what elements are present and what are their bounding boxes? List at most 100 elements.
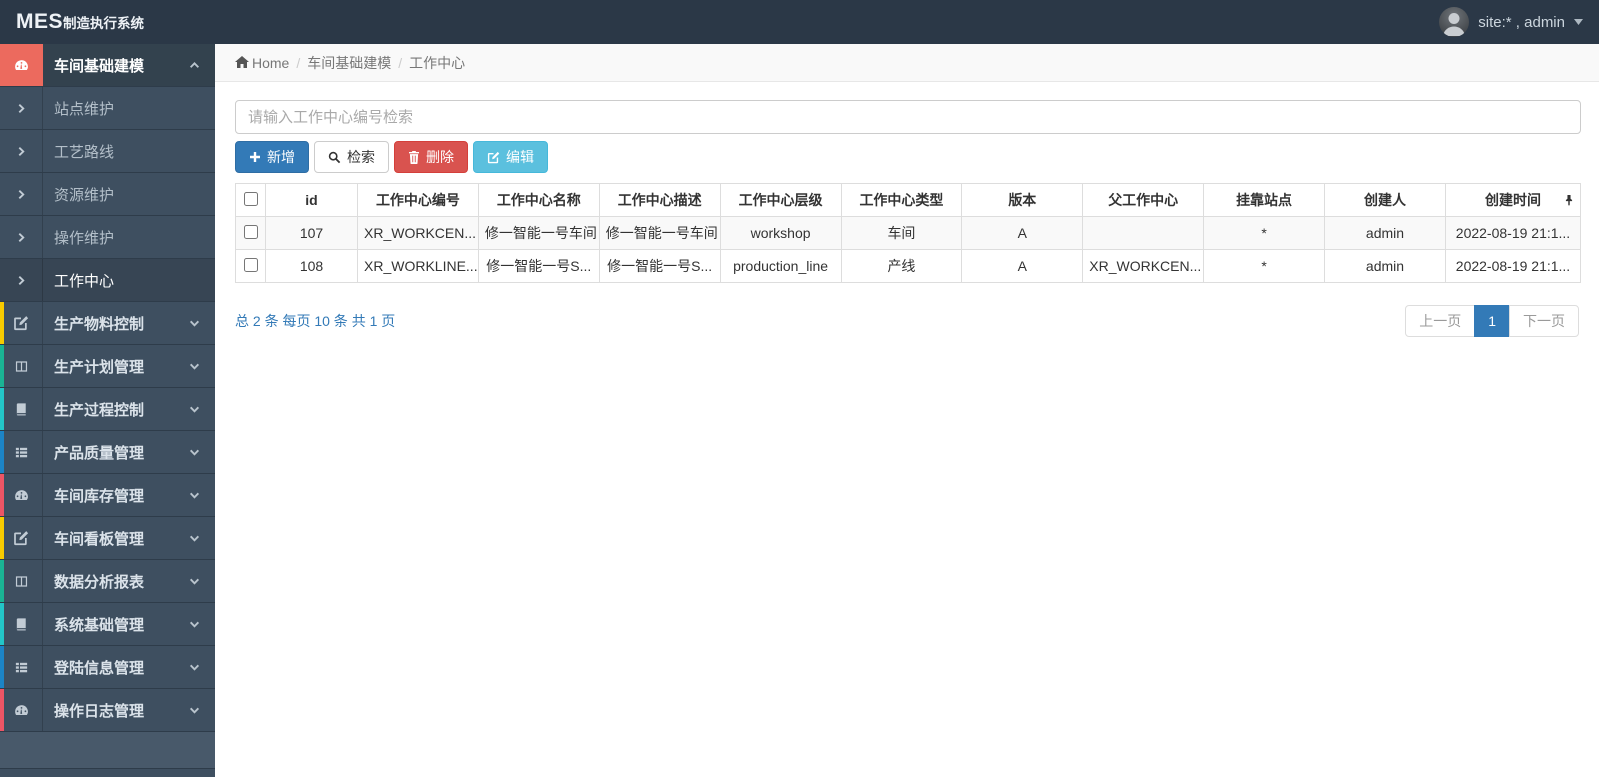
pin-icon[interactable] bbox=[1564, 194, 1574, 207]
next-page-button[interactable]: 下一页 bbox=[1509, 305, 1579, 337]
table-cell: 108 bbox=[265, 249, 358, 283]
select-all-header bbox=[235, 183, 266, 217]
sidebar-group-label: 生产计划管理 bbox=[54, 358, 145, 376]
dashboard-icon bbox=[13, 487, 30, 504]
book-icon bbox=[14, 402, 29, 417]
sidebar-group[interactable]: 登陆信息管理 bbox=[0, 646, 215, 689]
dashboard-icon bbox=[0, 44, 43, 86]
table-cell: XR_WORKCEN... bbox=[1082, 249, 1205, 283]
avatar bbox=[1439, 7, 1470, 37]
column-header-label: 创建人 bbox=[1364, 192, 1406, 208]
accent-bar bbox=[0, 345, 4, 387]
column-header-label: 父工作中心 bbox=[1108, 192, 1179, 208]
chevron-down-icon bbox=[189, 447, 200, 458]
accent-bar bbox=[0, 689, 4, 731]
add-button[interactable]: 新增 bbox=[235, 141, 309, 173]
edit-button-label: 编辑 bbox=[506, 149, 534, 165]
prev-page-button[interactable]: 上一页 bbox=[1405, 305, 1476, 337]
sidebar-subitem[interactable]: 操作维护 bbox=[0, 216, 215, 259]
chevron-down-icon bbox=[189, 318, 200, 329]
sidebar-group[interactable]: 车间看板管理 bbox=[0, 517, 215, 560]
sidebar-group-label: 登陆信息管理 bbox=[54, 659, 145, 677]
table-row[interactable]: 108 XR_WORKLINE... 修一智能一号S... 修一智能一号S... pro… bbox=[235, 249, 1581, 283]
sidebar-group[interactable]: 生产计划管理 bbox=[0, 345, 215, 388]
sidebar-group[interactable]: 车间库存管理 bbox=[0, 474, 215, 517]
breadcrumb-home[interactable]: Home bbox=[252, 55, 289, 71]
sidebar-group[interactable]: 数据分析报表 bbox=[0, 560, 215, 603]
chevron-right-icon bbox=[16, 146, 27, 157]
column-header-label: 工作中心层级 bbox=[738, 192, 823, 208]
row-select-cell bbox=[235, 216, 266, 250]
table-cell: 车间 bbox=[840, 216, 963, 250]
column-header-label: 版本 bbox=[1008, 192, 1037, 208]
columns-icon bbox=[14, 574, 29, 589]
sidebar-subitem-label: 站点维护 bbox=[54, 100, 115, 118]
table-cell: 产线 bbox=[840, 249, 963, 283]
sidebar-group[interactable]: 操作日志管理 bbox=[0, 689, 215, 732]
sidebar-subitem[interactable]: 工艺路线 bbox=[0, 130, 215, 173]
accent-bar bbox=[0, 560, 4, 602]
table-row[interactable]: 107 XR_WORKCEN... 修一智能一号车间 修一智能一号车间 workshop… bbox=[235, 216, 1581, 250]
sidebar-submenu: 站点维护工艺路线 资源维护 操作维护 工作中心 bbox=[0, 87, 215, 302]
chevron-down-icon bbox=[189, 533, 200, 544]
table-cell: production_line bbox=[719, 249, 842, 283]
edit-icon bbox=[13, 315, 29, 331]
table-header-row: id 工作中心编号 工作中心名称 工作中心描述 工作中心层级 工作中心类型 版本 父工作中心 挂… bbox=[235, 183, 1581, 217]
sidebar-group[interactable]: 产品质量管理 bbox=[0, 431, 215, 474]
content: 新增 检索 删除 编辑 id工作中心编号工 bbox=[215, 82, 1599, 337]
delete-button[interactable]: 删除 bbox=[394, 141, 468, 173]
sidebar-group-label: 车间看板管理 bbox=[54, 530, 145, 548]
search-button[interactable]: 检索 bbox=[314, 141, 389, 173]
row-checkbox[interactable] bbox=[243, 224, 258, 239]
chevron-down-icon bbox=[189, 361, 200, 372]
sidebar-group-active[interactable]: 车间基础建模 bbox=[0, 44, 215, 87]
table-cell: 修一智能一号车间 bbox=[477, 216, 600, 250]
sidebar-subitem[interactable]: 工作中心 bbox=[0, 259, 215, 302]
data-table-wrap: id 工作中心编号 工作中心名称 工作中心描述 工作中心层级 工作中心类型 版本 父工作中心 挂… bbox=[235, 183, 1581, 283]
accent-bar bbox=[0, 302, 4, 344]
accent-bar bbox=[0, 388, 4, 430]
column-header: 挂靠站点 bbox=[1203, 183, 1325, 217]
breadcrumb-item[interactable]: 车间基础建模 bbox=[307, 53, 391, 73]
sidebar-group[interactable]: 生产物料控制 bbox=[0, 302, 215, 345]
column-header-label: id bbox=[305, 192, 318, 208]
table-cell: admin bbox=[1324, 249, 1446, 283]
accent-bar bbox=[0, 517, 4, 559]
table-cell bbox=[1082, 216, 1205, 250]
book-icon bbox=[14, 617, 29, 632]
table-cell: A bbox=[961, 216, 1084, 250]
sidebar-subitem[interactable]: 资源维护 bbox=[0, 173, 215, 216]
breadcrumb-item-current: 工作中心 bbox=[409, 54, 466, 71]
edit-button[interactable]: 编辑 bbox=[473, 141, 548, 173]
sidebar-group-label: 操作日志管理 bbox=[54, 702, 145, 720]
delete-button-label: 删除 bbox=[426, 149, 454, 165]
sidebar-group[interactable]: 系统基础管理 bbox=[0, 603, 215, 646]
chevron-down-icon bbox=[189, 576, 200, 587]
user-menu[interactable]: site:* , admin bbox=[1439, 7, 1599, 37]
sidebar-group[interactable]: 生产过程控制 bbox=[0, 388, 215, 431]
main-area: Home / 车间基础建模 / 工作中心 新增 检索 删除 编辑 bbox=[215, 0, 1599, 337]
table-cell: * bbox=[1203, 216, 1325, 250]
sidebar-subitem[interactable]: 站点维护 bbox=[0, 87, 215, 130]
column-header: 创建人 bbox=[1324, 183, 1446, 217]
brand-rest: 制造执行系统 bbox=[63, 16, 145, 31]
add-button-label: 新增 bbox=[267, 149, 295, 165]
column-header: 工作中心名称 bbox=[477, 183, 600, 217]
chevron-right-icon bbox=[16, 103, 27, 114]
row-checkbox[interactable] bbox=[243, 257, 258, 272]
table-cell: 2022-08-19 21:1... bbox=[1445, 249, 1581, 283]
table-cell: 107 bbox=[265, 216, 358, 250]
column-header-label: 工作中心类型 bbox=[859, 192, 944, 208]
select-all-checkbox[interactable] bbox=[243, 191, 258, 206]
column-header: 工作中心编号 bbox=[357, 183, 479, 217]
sidebar-bottom-strip bbox=[0, 768, 215, 777]
table-cell: XR_WORKLINE... bbox=[357, 249, 479, 283]
chevron-right-icon bbox=[16, 232, 27, 243]
page-number-button[interactable]: 1 bbox=[1474, 305, 1510, 337]
list-icon bbox=[14, 445, 29, 460]
table-cell: 修一智能一号S... bbox=[598, 249, 721, 283]
search-input[interactable] bbox=[235, 100, 1581, 134]
pencil-square-icon bbox=[487, 151, 500, 164]
pagination-controls: 上一页 1 下一页 bbox=[1405, 305, 1579, 337]
accent-bar bbox=[0, 603, 4, 645]
